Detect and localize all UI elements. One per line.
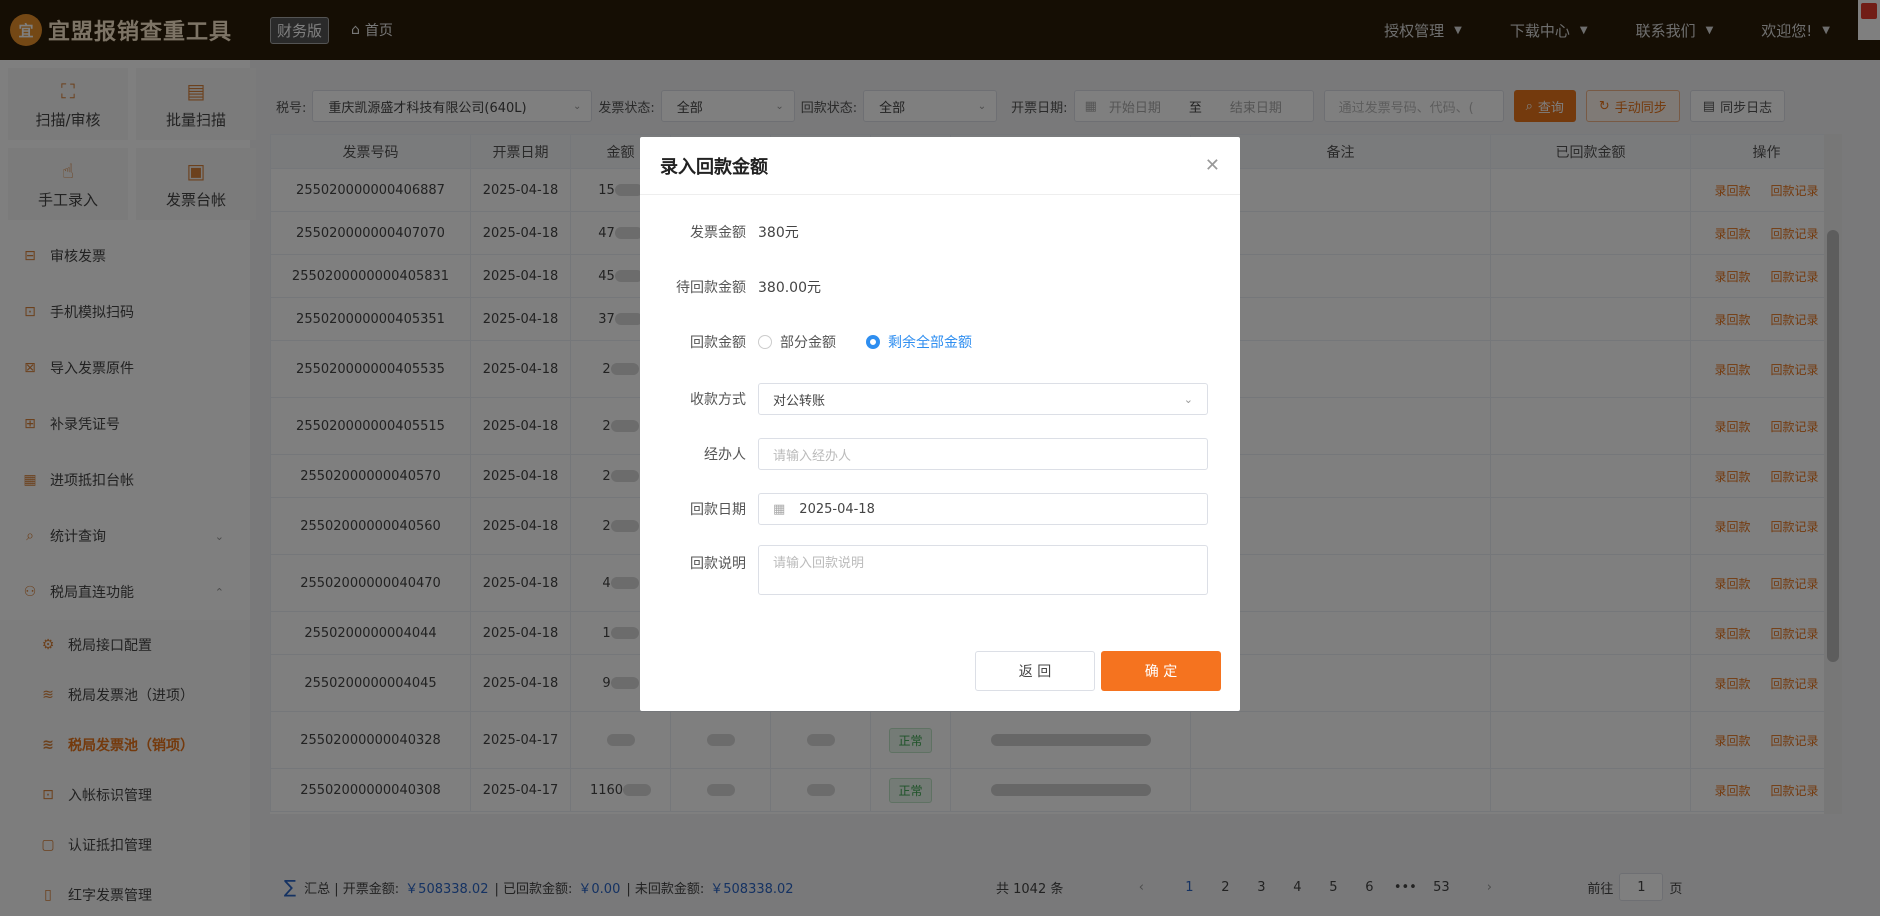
payback-date-value: 2025-04-18 [799, 501, 875, 517]
chevron-down-icon: ⌄ [1183, 392, 1193, 406]
close-icon[interactable]: ✕ [1205, 155, 1220, 176]
confirm-button[interactable]: 确 定 [1101, 651, 1221, 691]
invoice-amount-value: 380元 [758, 225, 799, 241]
radio-checked-icon [866, 335, 880, 349]
handler-placeholder: 请输入经办人 [773, 448, 852, 464]
payback-date-picker[interactable]: ▦ 2025-04-18 [758, 493, 1208, 525]
payment-method-row: 收款方式 对公转账 ⌄ [640, 383, 1208, 415]
invoice-amount-row: 发票金额 380元 [640, 222, 799, 242]
pending-amount-row: 待回款金额 380.00元 [640, 277, 821, 297]
payback-note-textarea[interactable]: 请输入回款说明 [758, 545, 1208, 595]
radio-partial-label: 部分金额 [780, 335, 836, 351]
payback-note-placeholder: 请输入回款说明 [773, 556, 865, 571]
payback-amount-label: 回款金额 [690, 335, 746, 351]
dialog-title: 录入回款金额 [660, 156, 768, 178]
invoice-amount-label: 发票金额 [690, 225, 746, 241]
handler-label: 经办人 [704, 447, 746, 463]
payback-note-row: 回款说明 请输入回款说明 [640, 545, 1208, 595]
handler-input[interactable]: 请输入经办人 [758, 438, 1208, 470]
payment-method-select[interactable]: 对公转账 ⌄ [758, 383, 1208, 415]
radio-unchecked-icon [758, 335, 772, 349]
payback-note-label: 回款说明 [690, 556, 746, 572]
dialog-header: 录入回款金额 ✕ [640, 137, 1240, 195]
radio-all-label: 剩余全部金额 [888, 335, 972, 351]
payback-date-row: 回款日期 ▦ 2025-04-18 [640, 493, 1208, 525]
payment-method-value: 对公转账 [773, 393, 826, 409]
radio-partial-amount[interactable]: 部分金额 [758, 332, 836, 352]
payback-date-label: 回款日期 [690, 502, 746, 518]
handler-row: 经办人 请输入经办人 [640, 438, 1208, 470]
radio-all-remaining[interactable]: 剩余全部金额 [866, 332, 972, 352]
pending-amount-value: 380.00元 [758, 280, 821, 296]
payment-method-label: 收款方式 [690, 392, 746, 408]
payback-dialog: 录入回款金额 ✕ 发票金额 380元 待回款金额 380.00元 回款金额 部分… [640, 137, 1240, 711]
payback-amount-row: 回款金额 部分金额 剩余全部金额 [640, 332, 1002, 352]
pending-amount-label: 待回款金额 [676, 280, 746, 296]
back-button[interactable]: 返 回 [975, 651, 1095, 691]
calendar-icon: ▦ [773, 501, 786, 517]
